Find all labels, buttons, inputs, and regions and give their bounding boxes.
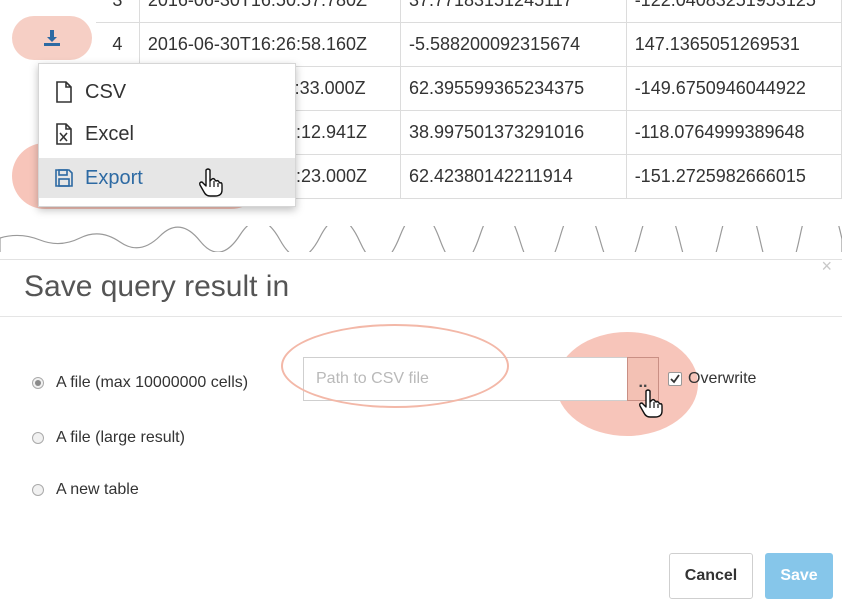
longitude-cell: -122.04083251953125 bbox=[625, 0, 842, 23]
option-large-file[interactable]: A file (large result) bbox=[32, 429, 185, 447]
path-highlight bbox=[281, 324, 509, 408]
latitude-cell: 38.997501373291016 bbox=[399, 110, 627, 155]
check-icon bbox=[670, 374, 680, 384]
excel-file-icon bbox=[53, 122, 75, 146]
row-index: 3 bbox=[96, 0, 140, 23]
menu-item-excel[interactable]: Excel bbox=[39, 114, 295, 154]
menu-item-label: Export bbox=[85, 166, 143, 189]
longitude-cell: -118.0764999389648 bbox=[625, 110, 842, 155]
menu-item-label: CSV bbox=[85, 80, 127, 103]
file-icon bbox=[53, 80, 75, 104]
close-icon[interactable]: × bbox=[821, 256, 832, 277]
save-button[interactable]: Save bbox=[765, 553, 833, 599]
longitude-cell: 147.1365051269531 bbox=[625, 22, 842, 67]
menu-item-csv[interactable]: CSV bbox=[39, 72, 295, 112]
hand-pointer-icon bbox=[199, 168, 223, 197]
radio-button[interactable] bbox=[32, 484, 44, 496]
download-icon bbox=[44, 30, 60, 46]
radio-button[interactable] bbox=[32, 377, 44, 389]
cancel-button[interactable]: Cancel bbox=[669, 553, 753, 599]
timestamp-cell: 2016-06-30T16:50:57.780Z bbox=[138, 0, 401, 23]
radio-button[interactable] bbox=[32, 432, 44, 444]
latitude-cell: 37.77183151245117 bbox=[399, 0, 627, 23]
timestamp-cell: 2016-06-30T16:26:58.160Z bbox=[138, 22, 401, 67]
divider bbox=[0, 316, 842, 317]
save-query-dialog: Save query result in × A file (max 10000… bbox=[0, 256, 842, 604]
overwrite-checkbox[interactable]: Overwrite bbox=[668, 370, 756, 388]
dialog-title: Save query result in bbox=[24, 270, 290, 303]
checkbox[interactable] bbox=[668, 372, 682, 386]
row-index: 4 bbox=[96, 22, 140, 67]
option-label: A file (max 10000000 cells) bbox=[56, 374, 249, 391]
results-panel: 3 2016-06-30T16:50:57.780Z 37.7718315124… bbox=[0, 0, 842, 252]
download-menu: CSV Excel Export bbox=[38, 63, 296, 207]
overwrite-label: Overwrite bbox=[688, 370, 757, 387]
hand-pointer-icon bbox=[639, 389, 663, 418]
option-label: A file (large result) bbox=[56, 429, 185, 446]
latitude-cell: 62.395599365234375 bbox=[399, 66, 627, 111]
longitude-cell: -151.2725982666015 bbox=[625, 154, 842, 199]
option-file[interactable]: A file (max 10000000 cells) bbox=[32, 374, 248, 392]
torn-edge bbox=[0, 226, 842, 252]
menu-item-label: Excel bbox=[85, 122, 134, 145]
table-row: 3 2016-06-30T16:50:57.780Z 37.7718315124… bbox=[96, 0, 842, 23]
table-row: 4 2016-06-30T16:26:58.160Z -5.5882000923… bbox=[96, 22, 842, 67]
save-icon bbox=[53, 166, 75, 190]
latitude-cell: -5.588200092315674 bbox=[399, 22, 627, 67]
option-label: A new table bbox=[56, 481, 139, 498]
option-new-table[interactable]: A new table bbox=[32, 481, 139, 499]
download-button[interactable] bbox=[12, 16, 92, 60]
menu-item-export[interactable]: Export bbox=[39, 158, 295, 198]
longitude-cell: -149.6750946044922 bbox=[625, 66, 842, 111]
latitude-cell: 62.42380142211914 bbox=[399, 154, 627, 199]
